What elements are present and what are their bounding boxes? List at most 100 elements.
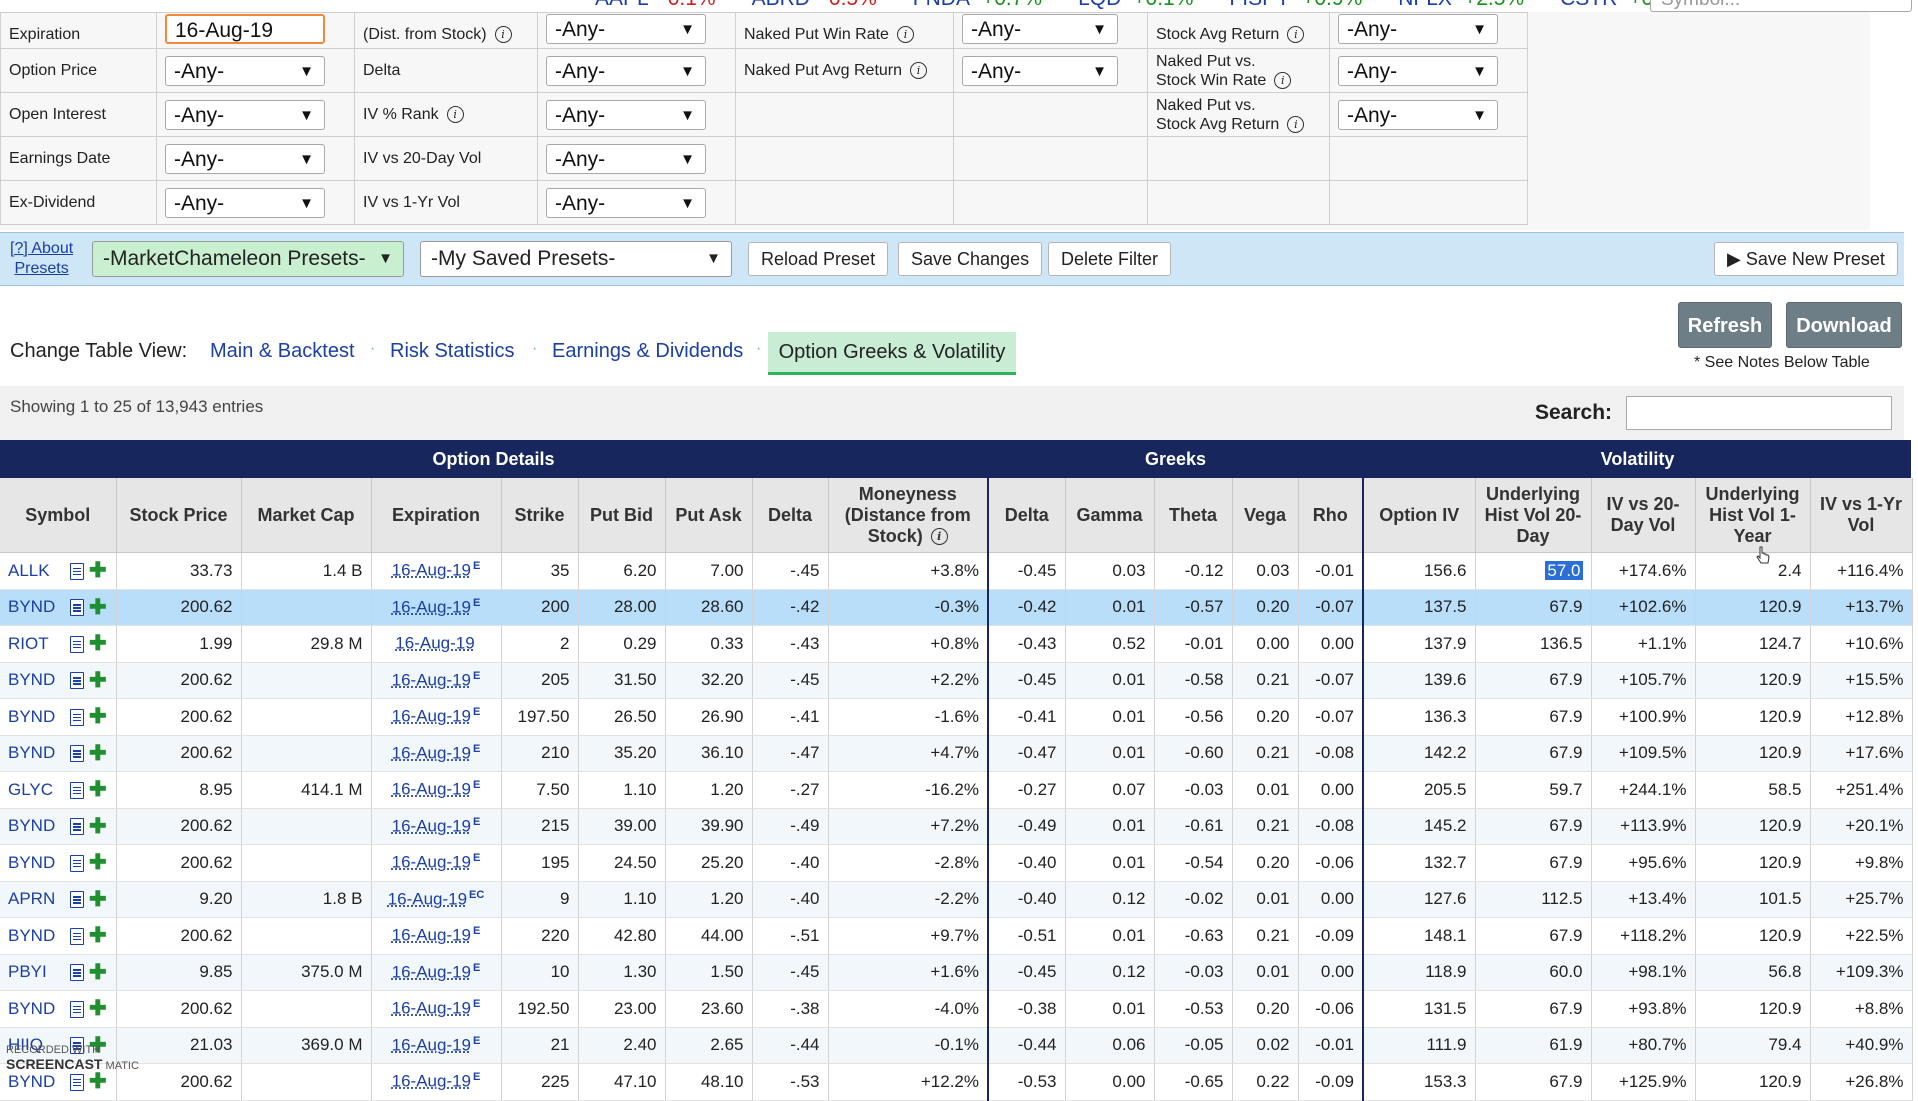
- iv-vs-1yr-select[interactable]: -Any- ▼: [546, 187, 706, 218]
- symbol-link[interactable]: BYND: [8, 670, 64, 690]
- plus-icon[interactable]: ✚: [89, 670, 107, 691]
- np-vs-stock-win-rate-select[interactable]: -Any- ▼: [1338, 55, 1498, 86]
- column-header-gamma[interactable]: Gamma: [1065, 478, 1155, 553]
- download-button[interactable]: Download: [1786, 302, 1902, 348]
- symbol-link[interactable]: BYND: [8, 853, 64, 873]
- plus-icon[interactable]: ✚: [89, 743, 107, 764]
- expiration-link[interactable]: 16-Aug-19: [395, 634, 474, 653]
- document-icon[interactable]: [70, 1000, 84, 1018]
- table-row[interactable]: BYND ✚ 200.62 16-Aug-19 E 195 24.50 25.20 -.40 -2…: [0, 844, 1913, 882]
- plus-icon[interactable]: ✚: [89, 633, 107, 654]
- plus-icon[interactable]: ✚: [89, 889, 107, 910]
- info-icon[interactable]: i: [446, 105, 464, 123]
- column-header-symbol[interactable]: Symbol: [0, 478, 117, 553]
- table-row[interactable]: BYND ✚ 200.62 16-Aug-19 E 205 31.50 32.20 -.45 +2…: [0, 662, 1913, 699]
- expiration-link[interactable]: 16-Aug-19: [392, 963, 471, 982]
- table-row[interactable]: BYND ✚ 200.62 16-Aug-19 E 192.50 23.00 23.60 -.3…: [0, 990, 1913, 1028]
- my-saved-presets-select[interactable]: -My Saved Presets- ▼: [420, 241, 732, 277]
- expiration-link[interactable]: 16-Aug-19: [392, 671, 471, 690]
- symbol-link[interactable]: BYND: [8, 816, 64, 836]
- naked-put-avg-return-select[interactable]: -Any- ▼: [962, 55, 1118, 86]
- table-row[interactable]: BYND ✚ 200.62 16-Aug-19 E 210 35.20 36.10 -.47 +4…: [0, 735, 1913, 772]
- table-row[interactable]: BYND ✚ 200.62 16-Aug-19 E 220 42.80 44.00 -.51 +9…: [0, 917, 1913, 955]
- expiration-link[interactable]: 16-Aug-19: [392, 707, 471, 726]
- document-icon[interactable]: [70, 927, 84, 945]
- save-new-preset-button[interactable]: ▶ Save New Preset: [1714, 242, 1898, 276]
- delete-filter-button[interactable]: Delete Filter: [1048, 242, 1172, 276]
- column-header-expiration[interactable]: Expiration: [371, 478, 502, 553]
- plus-icon[interactable]: ✚: [89, 779, 107, 800]
- document-icon[interactable]: [70, 891, 84, 909]
- expiration-link[interactable]: 16-Aug-19: [392, 817, 471, 836]
- info-icon[interactable]: i: [910, 61, 928, 79]
- document-icon[interactable]: [70, 818, 84, 836]
- column-header-delta[interactable]: Delta: [752, 478, 829, 553]
- table-row[interactable]: BYND ✚ 200.62 16-Aug-19 E 200 28.00 28.60 -.42 -0…: [0, 589, 1913, 626]
- ticker-symbol[interactable]: LQD: [1078, 0, 1121, 10]
- table-row[interactable]: BYND ✚ 200.62 16-Aug-19 E 225 47.10 48.10 -.53 +1…: [0, 1063, 1913, 1101]
- table-search-input[interactable]: [1626, 396, 1892, 430]
- column-header-strike[interactable]: Strike: [501, 478, 579, 553]
- column-header-underlying-hist-vol-1-year[interactable]: Underlying Hist Vol 1-Year: [1695, 478, 1811, 553]
- symbol-link[interactable]: BYND: [8, 1072, 64, 1092]
- column-header-put-ask[interactable]: Put Ask: [665, 478, 753, 553]
- stock-avg-return-select[interactable]: -Any- ▼: [1338, 14, 1498, 44]
- ticker-symbol[interactable]: AAPL: [595, 0, 649, 10]
- refresh-button[interactable]: Refresh: [1678, 302, 1772, 348]
- reload-preset-button[interactable]: Reload Preset: [748, 242, 889, 276]
- symbol-link[interactable]: BYND: [8, 999, 64, 1019]
- plus-icon[interactable]: ✚: [89, 925, 107, 946]
- column-header-theta[interactable]: Theta: [1154, 478, 1233, 553]
- column-header-rho[interactable]: Rho: [1298, 478, 1364, 553]
- table-row[interactable]: PBYI ✚ 9.85 375.0 M 16-Aug-19 E 10 1.30 1.50 -.45…: [0, 954, 1913, 991]
- info-icon[interactable]: i: [930, 528, 948, 546]
- table-row[interactable]: ALLK ✚ 33.73 1.4 B 16-Aug-19 E 35 6.20 7.00 -.45 +…: [0, 552, 1913, 590]
- document-icon[interactable]: [70, 854, 84, 872]
- iv-vs-20day-select[interactable]: -Any- ▼: [546, 143, 706, 174]
- np-vs-stock-avg-return-select[interactable]: -Any- ▼: [1338, 99, 1498, 130]
- plus-icon[interactable]: ✚: [89, 1071, 107, 1092]
- column-header-underlying-hist-vol-20-day[interactable]: Underlying Hist Vol 20-Day: [1475, 478, 1592, 553]
- tab-earnings-dividends[interactable]: Earnings & Dividends: [552, 340, 743, 363]
- plus-icon[interactable]: ✚: [89, 560, 107, 581]
- notes-link[interactable]: * See Notes Below Table: [1694, 354, 1870, 372]
- ticker-symbol[interactable]: FISPY: [1229, 0, 1290, 10]
- document-icon[interactable]: [70, 562, 84, 580]
- option-price-select[interactable]: -Any- ▼: [165, 55, 325, 86]
- expiration-link[interactable]: 16-Aug-19: [388, 890, 467, 909]
- info-icon[interactable]: i: [494, 26, 512, 44]
- document-icon[interactable]: [70, 1073, 84, 1091]
- plus-icon[interactable]: ✚: [89, 706, 107, 727]
- document-icon[interactable]: [70, 708, 84, 726]
- table-row[interactable]: BYND ✚ 200.62 16-Aug-19 E 197.50 26.50 26.90 -.4…: [0, 698, 1913, 736]
- info-icon[interactable]: i: [1274, 71, 1292, 89]
- plus-icon[interactable]: ✚: [89, 852, 107, 873]
- document-icon[interactable]: [70, 781, 84, 799]
- symbol-link[interactable]: BYND: [8, 597, 64, 617]
- tab-main-backtest[interactable]: Main & Backtest: [210, 340, 355, 363]
- moneyness-filter-select[interactable]: -Any- ▼: [546, 14, 706, 44]
- ticker-symbol[interactable]: NFLX: [1398, 0, 1452, 10]
- expiration-link[interactable]: 16-Aug-19: [392, 1072, 471, 1091]
- plus-icon[interactable]: ✚: [89, 998, 107, 1019]
- expiration-link[interactable]: 16-Aug-19: [392, 598, 471, 617]
- document-icon[interactable]: [70, 672, 84, 690]
- symbol-link[interactable]: BYND: [8, 707, 64, 727]
- expiration-link[interactable]: 16-Aug-19: [392, 744, 471, 763]
- document-icon[interactable]: [70, 964, 84, 982]
- expiration-link[interactable]: 16-Aug-19: [392, 853, 471, 872]
- table-row[interactable]: RIOT ✚ 1.99 29.8 M 16-Aug-19 2 0.29 0.33 -.43 +0.…: [0, 625, 1913, 663]
- column-header-vega[interactable]: Vega: [1232, 478, 1299, 553]
- column-header-iv-vs-20-day-vol[interactable]: IV vs 20-Day Vol: [1591, 478, 1696, 553]
- ticker-symbol[interactable]: CSTR: [1560, 0, 1617, 10]
- ex-dividend-select[interactable]: -Any- ▼: [165, 187, 325, 218]
- plus-icon[interactable]: ✚: [89, 816, 107, 837]
- symbol-link[interactable]: GLYC: [8, 780, 64, 800]
- info-icon[interactable]: i: [1287, 26, 1305, 44]
- plus-icon[interactable]: ✚: [89, 962, 107, 983]
- column-header-market-cap[interactable]: Market Cap: [241, 478, 372, 553]
- symbol-search-input[interactable]: Symbol...: [1650, 0, 1912, 12]
- symbol-link[interactable]: APRN: [8, 889, 64, 909]
- table-row[interactable]: HIIQ ✚ 21.03 369.0 M 16-Aug-19 E 21 2.40 2.65 -.4…: [0, 1027, 1913, 1064]
- plus-icon[interactable]: ✚: [89, 597, 107, 618]
